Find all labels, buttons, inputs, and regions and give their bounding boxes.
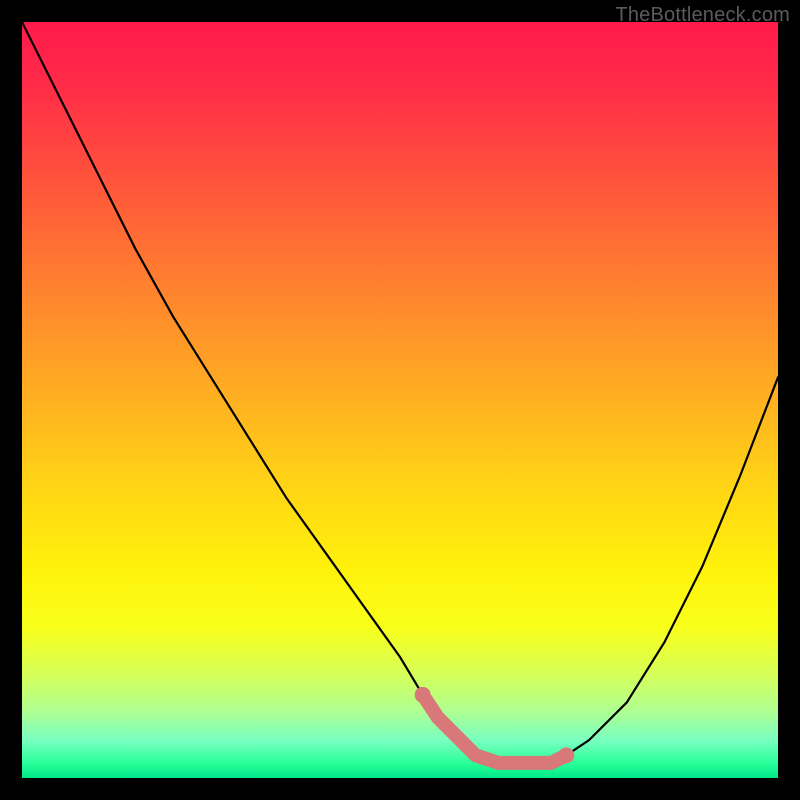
curve-path bbox=[22, 22, 778, 763]
highlight-path bbox=[423, 695, 567, 763]
chart-stage: TheBottleneck.com bbox=[0, 0, 800, 800]
chart-svg bbox=[22, 22, 778, 778]
highlight-dot-start bbox=[415, 687, 431, 703]
highlight-dot-end bbox=[558, 747, 574, 763]
watermark-text: TheBottleneck.com bbox=[615, 4, 790, 27]
